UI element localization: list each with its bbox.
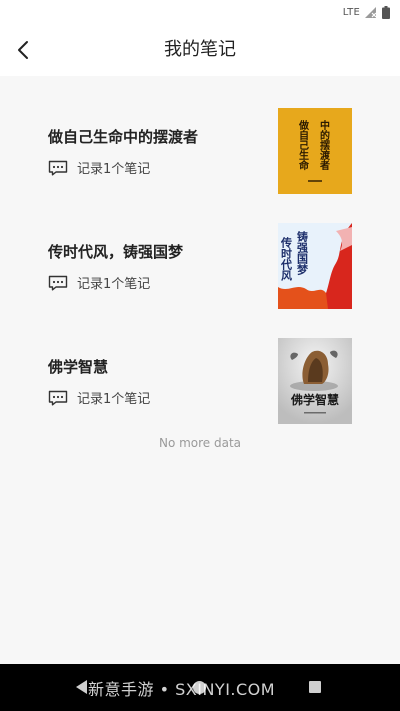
notes-book-list: 做自己生命中的摆渡者 记录1个笔记 做自己生命 中的摆渡者 传时代风，铸强国梦 [0, 76, 400, 424]
book-title: 做自己生命中的摆渡者 [48, 128, 199, 146]
no-more-data-label: No more data [158, 436, 242, 450]
system-navigation-bar: 新意手游 • SXINYI.COM [0, 664, 400, 711]
note-count-row: 记录1个笔记 [48, 273, 150, 292]
cover-title-line-1: 佛学智慧 [290, 392, 339, 407]
nav-back-icon[interactable] [76, 680, 87, 694]
book-title: 传时代风，铸强国梦 [48, 243, 184, 261]
book-item[interactable]: 佛学智慧 记录1个笔记 佛学智慧 [0, 306, 400, 424]
chevron-left-icon [18, 41, 28, 59]
note-count-label: 记录1个笔记 [77, 277, 151, 292]
cover-title-line-1: 传时代风 [280, 236, 294, 282]
note-count-row: 记录1个笔记 [48, 158, 150, 177]
signal-icon [365, 6, 377, 18]
watermark: 新意手游 • SXINYI.COM [88, 680, 276, 699]
note-count-label: 记录1个笔记 [77, 392, 151, 407]
book-cover[interactable]: 传时代风 铸强国梦 [278, 223, 352, 309]
nav-recent-apps-icon[interactable] [309, 681, 321, 693]
battery-icon [382, 5, 390, 19]
network-type-label: LTE [342, 6, 360, 18]
status-icons: LTE [343, 4, 390, 20]
book-cover[interactable]: 做自己生命 中的摆渡者 [278, 108, 352, 194]
book-cover[interactable]: 佛学智慧 [278, 338, 352, 424]
book-item[interactable]: 传时代风，铸强国梦 记录1个笔记 传时代风 铸强国梦 [0, 191, 400, 309]
note-count-row: 记录1个笔记 [48, 388, 150, 407]
comment-icon [48, 390, 68, 405]
comment-icon [48, 275, 68, 290]
back-button[interactable] [8, 34, 38, 66]
status-bar: LTE [0, 0, 400, 24]
header: 我的笔记 [0, 24, 400, 76]
book-title: 佛学智慧 [48, 358, 109, 376]
comment-icon [48, 160, 68, 175]
book-item[interactable]: 做自己生命中的摆渡者 记录1个笔记 做自己生命 中的摆渡者 [0, 76, 400, 194]
note-count-label: 记录1个笔记 [77, 162, 151, 177]
page-title: 我的笔记 [164, 39, 236, 60]
cover-title-line-2: 铸强国梦 [296, 230, 309, 276]
